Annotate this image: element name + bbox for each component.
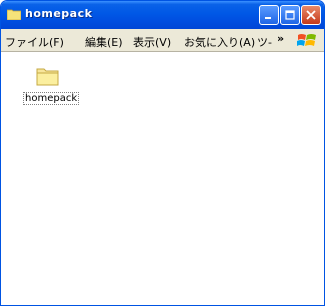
close-button[interactable] <box>301 5 321 25</box>
explorer-window: homepack ファイル(F) 編集(E) 表示(V) お気に入り(A) ツ-… <box>0 0 325 306</box>
title-bar[interactable]: homepack <box>1 1 324 29</box>
menu-favorites[interactable]: お気に入り(A) <box>184 34 255 50</box>
minimize-icon <box>265 17 271 19</box>
window-title: homepack <box>25 7 93 20</box>
menu-edit[interactable]: 編集(E) <box>85 34 123 50</box>
minimize-button[interactable] <box>259 5 279 25</box>
windows-logo-icon <box>297 34 316 46</box>
menu-bar: ファイル(F) 編集(E) 表示(V) お気に入り(A) ツ- » <box>1 29 324 52</box>
menu-tools[interactable]: ツ- <box>257 34 272 50</box>
close-icon <box>306 10 316 20</box>
maximize-button[interactable] <box>280 5 300 25</box>
folder-icon <box>36 68 59 86</box>
file-view-pane[interactable]: homepack <box>1 52 324 305</box>
maximize-icon <box>285 10 295 20</box>
menu-view[interactable]: 表示(V) <box>133 34 171 50</box>
folder-label: homepack <box>23 92 80 105</box>
folder-icon <box>7 9 21 20</box>
menu-file[interactable]: ファイル(F) <box>5 34 64 50</box>
folder-item[interactable]: homepack <box>23 66 80 105</box>
menu-overflow-chevron-icon[interactable]: » <box>277 32 284 45</box>
